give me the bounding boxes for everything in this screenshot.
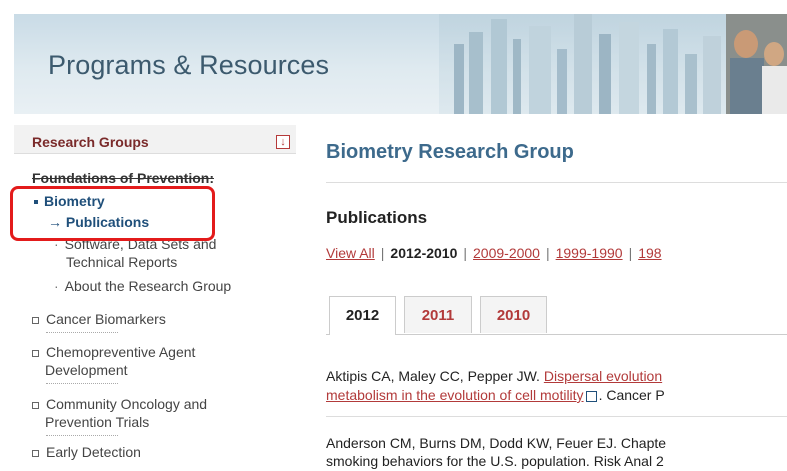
section-title: Publications — [326, 208, 428, 227]
year-filter-2009-2000[interactable]: 2009-2000 — [473, 245, 540, 261]
year-filter-bar: View All | 2012-2010 | 2009-2000 | 1999-1990 | 1… — [326, 245, 662, 261]
research-groups-title: Research Groups — [32, 134, 149, 150]
annotation-highlight — [10, 186, 215, 241]
publication-link[interactable]: metabolism in the evolution of cell moti… — [326, 387, 584, 403]
year-filter-current: 2012-2010 — [390, 245, 458, 261]
sidebar-item-chemopreventive[interactable]: Chemopreventive Agent — [32, 344, 195, 360]
publication-link[interactable]: Dispersal evolution — [544, 368, 662, 384]
banner-glassware-image — [439, 14, 729, 114]
divider — [46, 332, 118, 333]
list-item-cont: smoking behaviors for the U.S. populatio… — [326, 453, 664, 469]
sidebar-item-early-detection[interactable]: Early Detection — [32, 444, 141, 460]
banner-people-image — [726, 14, 787, 114]
list-item: Anderson CM, Burns DM, Dodd KW, Feuer EJ… — [326, 435, 667, 451]
research-groups-header[interactable]: Research Groups ↓ — [14, 125, 296, 154]
collapse-arrow-icon[interactable]: ↓ — [276, 135, 290, 149]
year-tabs: 2012 2011 2010 — [326, 296, 787, 335]
main-content: Biometry Research Group Publications Vie… — [326, 125, 787, 469]
group-heading: Foundations of Prevention: — [32, 170, 214, 186]
sidebar-item-about[interactable]: · About the Research Group — [54, 278, 231, 294]
divider — [46, 435, 118, 436]
year-filter-view-all[interactable]: View All — [326, 245, 375, 261]
bullet-icon: · — [54, 278, 59, 294]
divider — [326, 416, 787, 417]
page-title: Biometry Research Group — [326, 141, 574, 163]
header-banner: Programs & Resources — [14, 14, 787, 114]
banner-title: Programs & Resources — [48, 50, 330, 80]
sidebar-item-community-oncology[interactable]: Community Oncology and — [32, 396, 207, 412]
external-link-icon[interactable] — [585, 390, 597, 402]
square-bullet-icon — [32, 401, 39, 409]
square-bullet-icon — [32, 316, 39, 324]
sidebar-item-chemopreventive-cont[interactable]: Development — [45, 362, 128, 378]
square-bullet-icon — [32, 349, 39, 357]
tab-2010[interactable]: 2010 — [480, 296, 547, 333]
list-item: Aktipis CA, Maley CC, Pepper JW. Dispers… — [326, 368, 663, 384]
divider — [46, 383, 118, 384]
sidebar-item-software-cont[interactable]: Technical Reports — [66, 254, 177, 270]
square-bullet-icon — [32, 449, 39, 457]
year-filter-1999-1990[interactable]: 1999-1990 — [556, 245, 623, 261]
tab-2011[interactable]: 2011 — [404, 296, 472, 333]
year-filter-198x[interactable]: 198 — [638, 245, 661, 261]
sidebar-item-cancer-biomarkers[interactable]: Cancer Biomarkers — [32, 311, 166, 327]
sidebar-item-community-oncology-cont[interactable]: Prevention Trials — [45, 414, 149, 430]
tab-2012[interactable]: 2012 — [329, 296, 396, 335]
divider — [326, 182, 787, 183]
sidebar: Research Groups ↓ Foundations of Prevent… — [14, 125, 296, 469]
list-item-cont: metabolism in the evolution of cell moti… — [326, 387, 665, 403]
